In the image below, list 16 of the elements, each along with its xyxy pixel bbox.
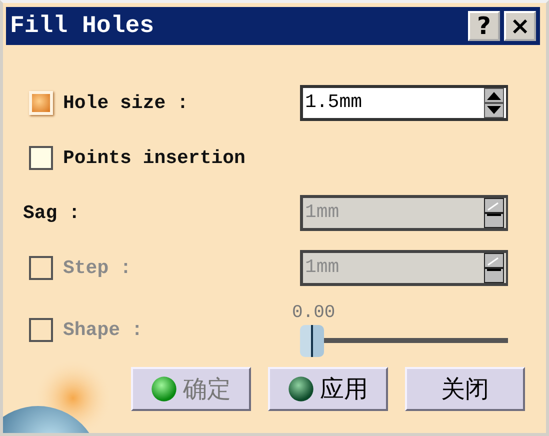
field-label: Hole size : bbox=[63, 92, 188, 114]
window-title: Fill Holes bbox=[10, 12, 154, 40]
slider-value: 0.00 bbox=[292, 303, 336, 323]
dialog-button[interactable]: 应用 bbox=[268, 367, 388, 411]
spinner-field[interactable]: 1.5mm bbox=[300, 84, 508, 120]
close-button[interactable]: × bbox=[504, 11, 536, 41]
ball-icon bbox=[151, 376, 177, 402]
dialog-button[interactable]: 关闭 bbox=[405, 367, 525, 411]
ball-icon bbox=[288, 376, 314, 402]
field-label: Step : bbox=[63, 256, 132, 278]
field-label: Sag : bbox=[23, 202, 80, 224]
checkbox[interactable] bbox=[29, 146, 53, 170]
field-label: Points insertion bbox=[63, 146, 246, 168]
help-button[interactable]: ? bbox=[468, 11, 500, 41]
spinner-arrows-icon[interactable] bbox=[482, 88, 506, 118]
field-label: Shape : bbox=[63, 319, 143, 341]
